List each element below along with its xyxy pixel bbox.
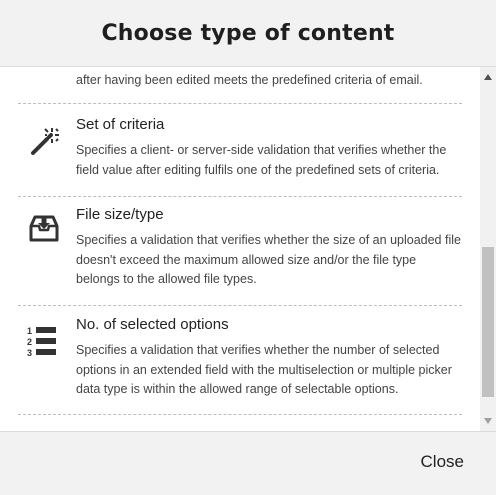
svg-text:2: 2	[27, 337, 32, 347]
magic-wand-icon	[26, 123, 62, 159]
separator	[18, 103, 462, 104]
separator	[18, 305, 462, 306]
content-type-set-of-criteria[interactable]: Set of criteria Specifies a client- or s…	[0, 116, 480, 196]
item-description: Specifies a client- or server-side valid…	[76, 143, 447, 177]
separator	[18, 196, 462, 197]
content-type-no-of-selected-options[interactable]: 1 2 3 No. of selected options Specifies …	[0, 316, 480, 411]
scroll-up-arrow-icon[interactable]	[480, 69, 496, 85]
dialog-header: Choose type of content	[0, 0, 496, 67]
dialog-body[interactable]: after having been edited meets the prede…	[0, 67, 496, 431]
content-type-file-size-type[interactable]: File size/type Specifies a validation th…	[0, 206, 480, 303]
numbered-list-icon: 1 2 3	[24, 322, 60, 358]
item-description: Specifies a validation that verifies whe…	[76, 343, 452, 396]
scrollbar-thumb[interactable]	[482, 247, 494, 397]
close-button[interactable]: Close	[421, 452, 464, 472]
scroll-down-arrow-icon[interactable]	[480, 413, 496, 429]
vertical-scrollbar[interactable]	[480, 67, 496, 431]
dialog-title: Choose type of content	[101, 20, 395, 46]
svg-text:3: 3	[27, 348, 32, 357]
dialog-footer: Close	[0, 431, 496, 495]
partial-item-description: after having been edited meets the prede…	[76, 73, 423, 87]
item-title: No. of selected options	[76, 316, 229, 333]
item-description: Specifies a validation that verifies whe…	[76, 233, 461, 286]
inbox-download-icon	[26, 210, 62, 246]
choose-content-dialog: Choose type of content after having been…	[0, 0, 496, 495]
item-title: File size/type	[76, 206, 164, 223]
svg-text:1: 1	[27, 326, 32, 336]
separator	[18, 414, 462, 415]
item-title: Set of criteria	[76, 116, 165, 133]
